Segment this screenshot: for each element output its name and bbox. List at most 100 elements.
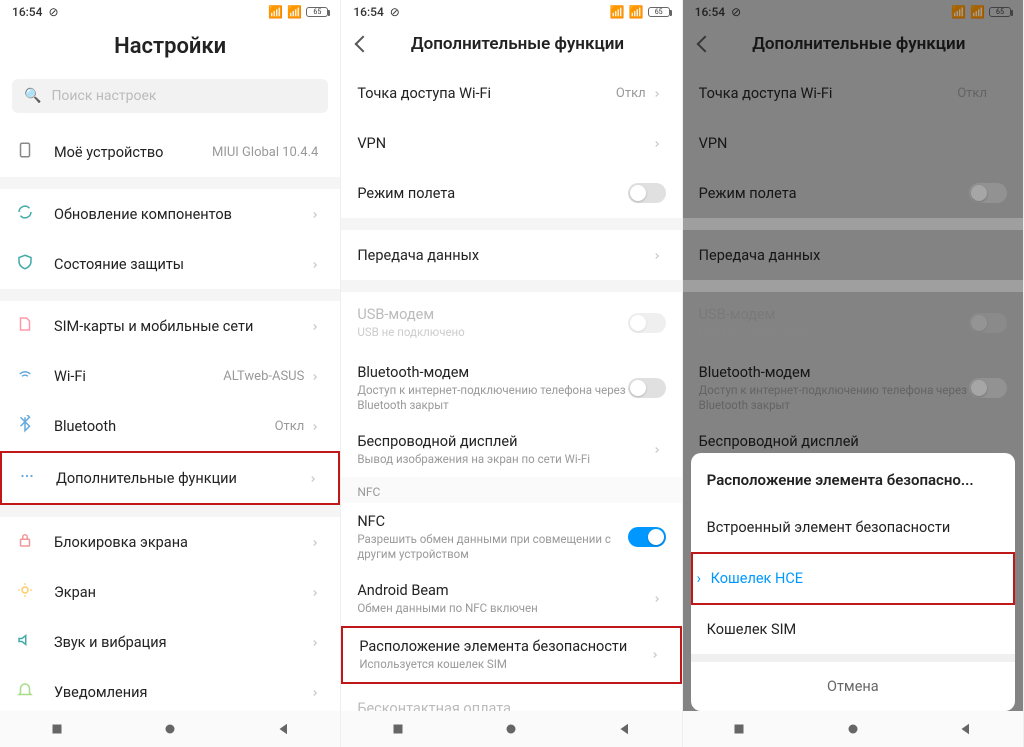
- sheet-option-embedded[interactable]: Встроенный элемент безопасности: [691, 503, 1015, 552]
- row-android-beam[interactable]: Android BeamОбмен данными по NFC включен: [341, 572, 681, 626]
- toggle-usb: [628, 313, 666, 333]
- row-vpn[interactable]: VPN: [341, 118, 681, 168]
- signal-icon: 📶: [268, 5, 283, 19]
- wifi-icon: 📶: [287, 5, 302, 19]
- row-notifications[interactable]: Уведомления: [0, 667, 340, 711]
- signal-icon: 📶: [610, 5, 625, 19]
- row-security[interactable]: Состояние защиты: [0, 239, 340, 289]
- silent-icon: ⊘: [731, 5, 741, 19]
- phone-screen-3: 16:54⊘ 📶📶65 Дополнительные функции Точка…: [683, 0, 1024, 747]
- statusbar: 16:54 ⊘ 📶 📶 65: [341, 0, 681, 24]
- row-usb-modem: USB-модемUSB не подключено: [341, 292, 681, 354]
- back-button[interactable]: [357, 35, 379, 54]
- wifi-icon: 📶: [970, 5, 985, 19]
- toggle-bt-modem[interactable]: [628, 378, 666, 398]
- battery-icon: 65: [648, 7, 670, 17]
- chevron-right-icon: [652, 134, 666, 153]
- phone-icon: [16, 141, 40, 163]
- toggle-bt-modem[interactable]: [969, 378, 1007, 398]
- row-sim[interactable]: SIM-карты и мобильные сети: [0, 301, 340, 351]
- row-security-element[interactable]: Расположение элемента безопасностиИсполь…: [341, 626, 681, 684]
- chevron-right-icon: [993, 246, 1007, 265]
- recents-button[interactable]: [730, 720, 748, 738]
- statusbar: 16:54 ⊘ 📶 📶 65: [0, 0, 340, 24]
- settings-list: Моё устройство MIUI Global 10.4.4 Обновл…: [0, 127, 340, 711]
- row-airplane[interactable]: Режим полета: [683, 168, 1023, 218]
- sheet-option-hce[interactable]: Кошелек HCE: [691, 552, 1015, 605]
- refresh-icon: [16, 203, 40, 225]
- chevron-right-icon: [652, 246, 666, 265]
- chevron-right-icon: [310, 683, 324, 702]
- time: 16:54: [353, 5, 383, 19]
- chevron-right-icon: [310, 533, 324, 552]
- home-button[interactable]: [161, 720, 179, 738]
- row-sound[interactable]: Звук и вибрация: [0, 617, 340, 667]
- phone-screen-2: 16:54 ⊘ 📶 📶 65 Дополнительные функции Точка…: [341, 0, 682, 747]
- chevron-right-icon: [993, 134, 1007, 153]
- row-bluetooth[interactable]: Bluetooth Откл: [0, 401, 340, 451]
- row-airplane[interactable]: Режим полета: [341, 168, 681, 218]
- wifi-icon: [16, 365, 40, 387]
- back-button[interactable]: [699, 35, 721, 54]
- chevron-right-icon: [310, 367, 324, 386]
- toggle-usb: [969, 313, 1007, 333]
- row-cast[interactable]: Беспроводной дисплейВывод изображения на…: [341, 423, 681, 477]
- toggle-airplane[interactable]: [969, 183, 1007, 203]
- recents-button[interactable]: [389, 720, 407, 738]
- row-nfc[interactable]: NFCРазрешить обмен данными при совмещени…: [341, 503, 681, 572]
- row-display[interactable]: Экран: [0, 567, 340, 617]
- header: Настройки: [0, 24, 340, 73]
- time: 16:54: [695, 5, 725, 19]
- battery-icon: 65: [989, 7, 1011, 17]
- chevron-right-icon: [652, 84, 666, 103]
- row-hotspot[interactable]: Точка доступа Wi-Fi Откл: [683, 68, 1023, 118]
- wifi-icon: 📶: [629, 5, 644, 19]
- volume-icon: [16, 631, 40, 653]
- chevron-right-icon: [652, 440, 666, 459]
- chevron-right-icon: [310, 633, 324, 652]
- sheet-option-sim[interactable]: Кошелек SIM: [691, 605, 1015, 654]
- home-button[interactable]: [844, 720, 862, 738]
- chevron-right-icon: [310, 317, 324, 336]
- row-more-functions[interactable]: Дополнительные функции: [0, 451, 340, 505]
- phone-screen-1: 16:54 ⊘ 📶 📶 65 Настройки 🔍 Поиск настроек…: [0, 0, 341, 747]
- silent-icon: ⊘: [48, 5, 58, 19]
- recents-button[interactable]: [48, 720, 66, 738]
- chevron-right-icon: [652, 589, 666, 608]
- page-title: Настройки: [16, 34, 324, 59]
- back-button[interactable]: [957, 720, 975, 738]
- row-bt-modem[interactable]: Bluetooth-модемДоступ к интернет-подключ…: [683, 354, 1023, 423]
- time: 16:54: [12, 5, 42, 19]
- page-title: Дополнительные функции: [391, 34, 643, 54]
- chevron-right-icon: [310, 583, 324, 602]
- back-button[interactable]: [275, 720, 293, 738]
- settings-list: Точка доступа Wi-Fi Откл VPN Режим полет…: [341, 68, 681, 711]
- battery-icon: 65: [306, 7, 328, 17]
- row-hotspot[interactable]: Точка доступа Wi-Fi Откл: [341, 68, 681, 118]
- row-lock[interactable]: Блокировка экрана: [0, 517, 340, 567]
- row-updates[interactable]: Обновление компонентов: [0, 189, 340, 239]
- sheet-cancel-button[interactable]: Отмена: [691, 654, 1015, 711]
- row-wifi[interactable]: Wi-Fi ALTweb-ASUS: [0, 351, 340, 401]
- more-icon: [18, 467, 42, 489]
- lock-icon: [16, 531, 40, 553]
- navbar: [683, 711, 1023, 747]
- toggle-airplane[interactable]: [628, 183, 666, 203]
- row-data[interactable]: Передача данных: [683, 230, 1023, 280]
- back-button[interactable]: [616, 720, 634, 738]
- chevron-right-icon: [308, 469, 322, 488]
- row-vpn[interactable]: VPN: [683, 118, 1023, 168]
- row-device[interactable]: Моё устройство MIUI Global 10.4.4: [0, 127, 340, 177]
- row-bt-modem[interactable]: Bluetooth-модемДоступ к интернет-подключ…: [341, 354, 681, 423]
- toggle-nfc[interactable]: [628, 527, 666, 547]
- home-button[interactable]: [502, 720, 520, 738]
- bluetooth-icon: [16, 415, 40, 437]
- search-input[interactable]: 🔍 Поиск настроек: [12, 79, 328, 113]
- navbar: [341, 711, 681, 747]
- section-nfc: NFC: [341, 477, 681, 503]
- sun-icon: [16, 581, 40, 603]
- chevron-right-icon: [310, 255, 324, 274]
- search-placeholder: Поиск настроек: [51, 88, 156, 104]
- silent-icon: ⊘: [390, 5, 400, 19]
- row-data[interactable]: Передача данных: [341, 230, 681, 280]
